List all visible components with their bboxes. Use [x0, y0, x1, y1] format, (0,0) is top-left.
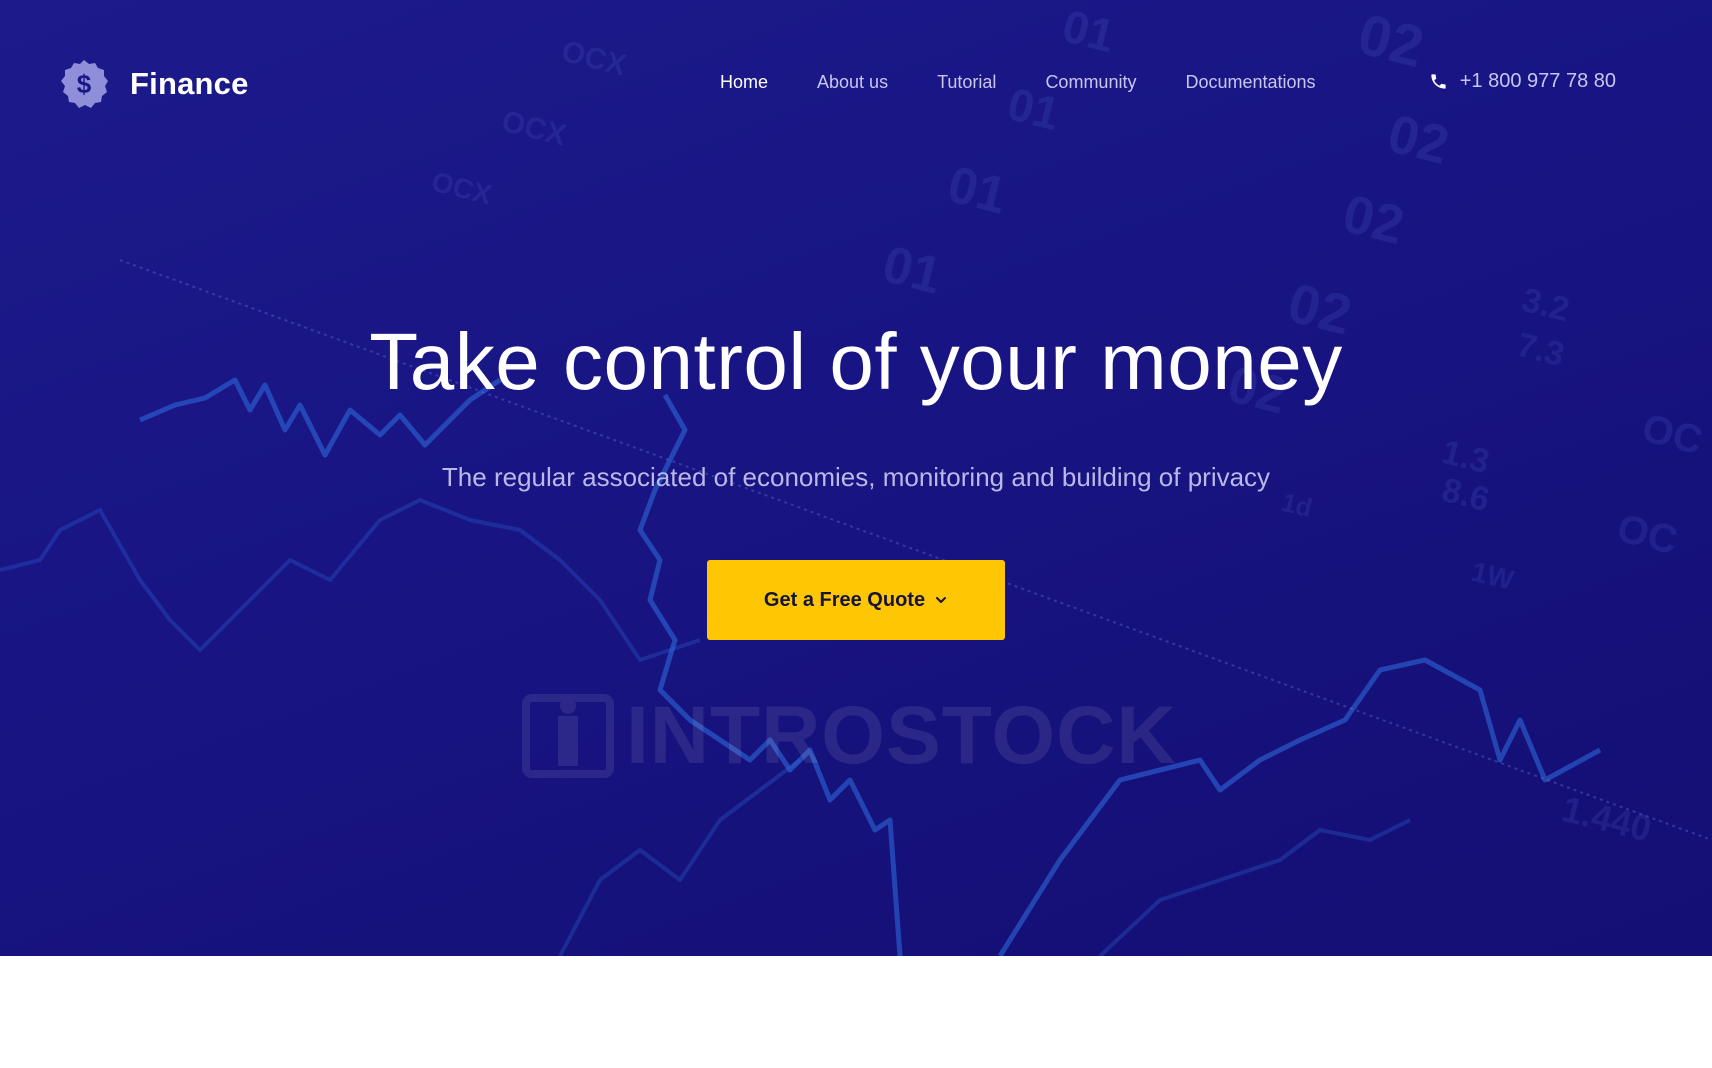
brand-logo[interactable]: $ Finance [58, 58, 249, 110]
main-nav: Home About us Tutorial Community Documen… [720, 72, 1316, 93]
nav-item-documentations[interactable]: Documentations [1185, 72, 1315, 93]
hero-section: 01 02 01 02 01 02 01 02 02 3.2 7.3 1.3 8… [0, 0, 1712, 956]
nav-item-community[interactable]: Community [1045, 72, 1136, 93]
watermark: INTROSTOCK [518, 686, 1177, 786]
svg-text:OC: OC [1638, 406, 1707, 463]
phone-number: +1 800 977 78 80 [1459, 70, 1616, 92]
nav-item-about-us[interactable]: About us [817, 72, 888, 93]
top-navbar: $ Finance Home About us Tutorial Communi… [0, 0, 1712, 170]
svg-text:OCX: OCX [429, 166, 496, 211]
hero-subtitle: The regular associated of economies, mon… [441, 462, 1271, 492]
get-free-quote-button[interactable]: Get a Free Quote [707, 560, 1005, 640]
cta-label: Get a Free Quote [763, 588, 926, 611]
svg-text:1W: 1W [1469, 556, 1518, 596]
phone-contact[interactable]: +1 800 977 78 80 [1429, 70, 1616, 93]
nav-item-home[interactable]: Home [720, 72, 768, 93]
nav-item-tutorial[interactable]: Tutorial [937, 72, 996, 93]
watermark-text: INTROSTOCK [626, 690, 1177, 781]
svg-text:OC: OC [1613, 506, 1682, 563]
svg-text:1.440: 1.440 [1558, 788, 1655, 850]
phone-icon [1431, 74, 1446, 89]
svg-text:$: $ [77, 69, 92, 99]
brand-name: Finance [130, 66, 249, 101]
hero-title: Take control of your money [369, 317, 1343, 406]
watermark-logo-icon [522, 694, 614, 778]
chevron-down-icon [936, 597, 947, 603]
svg-text:01: 01 [877, 235, 947, 305]
svg-text:02: 02 [1337, 183, 1410, 256]
dollar-badge-icon: $ [61, 60, 108, 108]
